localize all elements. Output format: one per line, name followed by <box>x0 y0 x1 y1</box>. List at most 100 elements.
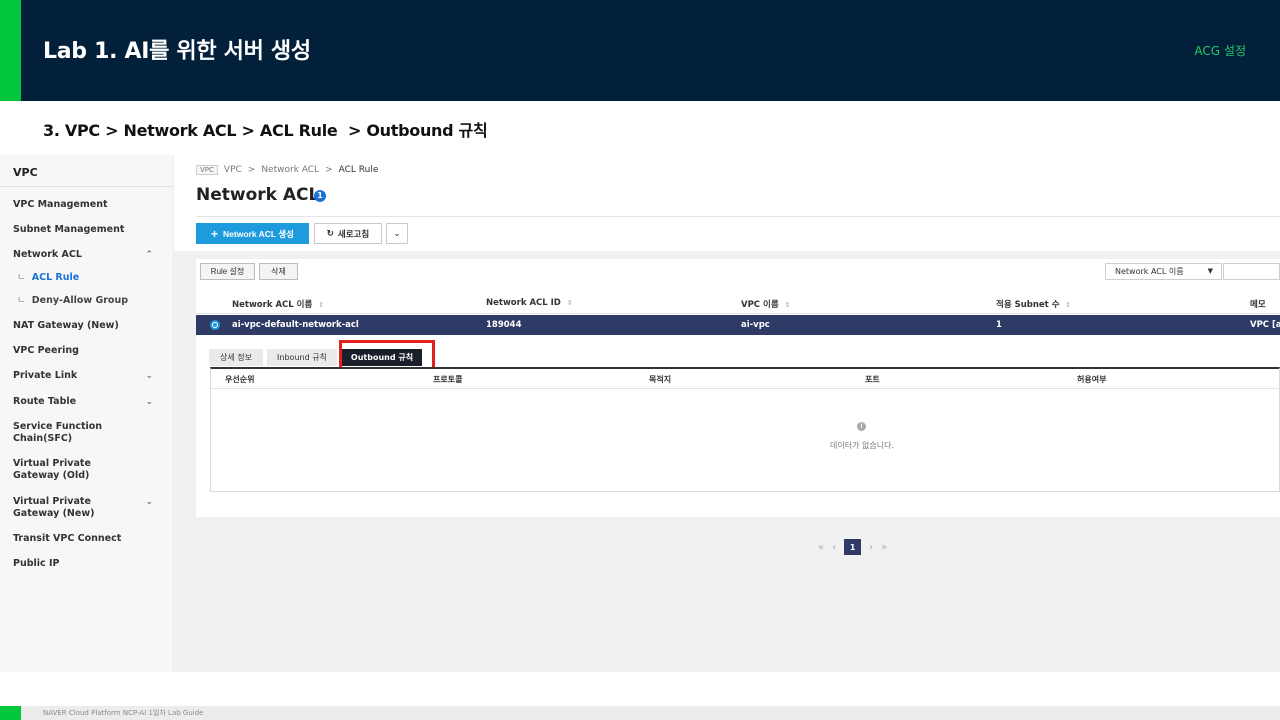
sidebar-item-label: Subnet Management <box>13 224 125 235</box>
column-header-label: 적용 Subnet 수 <box>996 300 1060 310</box>
step-title: 3. VPC > Network ACL > ACL Rule > Outbou… <box>43 121 488 140</box>
title-divider <box>196 216 1280 217</box>
sidebar: VPC VPC Management Subnet Management Net… <box>0 155 174 672</box>
column-header-destination: 목적지 <box>649 375 672 384</box>
header-accent-bar <box>0 0 21 101</box>
next-page-icon[interactable]: › <box>869 542 873 553</box>
sidebar-item-public-ip[interactable]: Public IP <box>13 558 163 570</box>
first-page-icon[interactable]: « <box>818 542 824 553</box>
acl-list-panel: Rule 설정 삭제 Network ACL 이름 ▼ Network ACL … <box>196 259 1280 517</box>
sidebar-item-vpc-peering[interactable]: VPC Peering <box>13 345 163 357</box>
sidebar-item-label: ACL Rule <box>31 272 80 283</box>
sidebar-item-label: Virtual Private Gateway (New) <box>13 496 95 519</box>
sidebar-item-label: Network ACL <box>13 249 82 260</box>
column-header-vpc-name[interactable]: VPC 이름 ⇕ <box>741 298 791 310</box>
sidebar-item-label: Route Table <box>13 396 77 407</box>
breadcrumb-item[interactable]: VPC <box>224 165 242 175</box>
footer-accent-bar <box>0 706 21 720</box>
cell-subnet-count: 1 <box>996 320 1002 330</box>
sidebar-item-vpc-management[interactable]: VPC Management <box>13 199 163 211</box>
chevron-down-icon: ⌄ <box>145 497 153 507</box>
dropdown-arrow-icon: ▼ <box>1207 267 1213 275</box>
footer-text: NAVER Cloud Platform NCP-AI 1일차 Lab Guid… <box>43 709 204 717</box>
slide-tag: ACG 설정 <box>1194 44 1246 58</box>
sidebar-item-deny-allow-group[interactable]: ㄴ Deny-Allow Group <box>17 295 167 307</box>
column-header-subnet-count[interactable]: 적용 Subnet 수 ⇕ <box>996 298 1071 310</box>
breadcrumb-separator: > <box>247 165 256 175</box>
slide-footer: NAVER Cloud Platform NCP-AI 1일차 Lab Guid… <box>0 706 1280 720</box>
table-header: Network ACL 이름 ⇕ Network ACL ID ⇕ VPC 이름 ⇕ … <box>196 293 1280 314</box>
sidebar-item-acl-rule[interactable]: ㄴ ACL Rule <box>17 272 167 284</box>
last-page-icon[interactable]: » <box>881 542 887 553</box>
column-header-port: 포트 <box>865 375 880 384</box>
column-header-acl-name[interactable]: Network ACL 이름 ⇕ <box>232 298 324 310</box>
main-content: VPC VPC > Network ACL > ACL Rule Network… <box>174 155 1280 672</box>
column-header-label: Network ACL ID <box>486 298 561 308</box>
delete-button[interactable]: 삭제 <box>259 263 298 280</box>
page-title: Network ACL <box>196 185 320 205</box>
breadcrumb-current: ACL Rule <box>338 165 379 175</box>
sidebar-item-label: VPC Peering <box>13 345 79 356</box>
sidebar-item-label: Public IP <box>13 558 60 569</box>
tree-branch-icon: ㄴ <box>17 295 26 306</box>
column-header-priority: 우선순위 <box>225 375 255 384</box>
column-header-memo: 메모 <box>1250 300 1266 310</box>
search-filter-select[interactable]: Network ACL 이름 ▼ <box>1105 263 1222 280</box>
sidebar-item-nat-gateway[interactable]: NAT Gateway (New) <box>13 320 163 332</box>
sidebar-item-network-acl[interactable]: Network ACL ⌃ <box>13 249 163 261</box>
sidebar-item-label: Virtual Private Gateway (Old) <box>13 458 91 481</box>
sidebar-title: VPC <box>13 166 38 179</box>
sidebar-item-label: Deny-Allow Group <box>31 295 129 306</box>
column-header-label: VPC 이름 <box>741 300 779 310</box>
empty-state-text: 데이터가 없습니다. <box>830 441 894 450</box>
tab-inbound-rules[interactable]: Inbound 규칙 <box>267 349 337 366</box>
info-badge-icon[interactable]: 1 <box>314 190 326 202</box>
sidebar-item-private-link[interactable]: Private Link ⌄ <box>13 370 163 382</box>
breadcrumb-chip: VPC <box>196 165 218 175</box>
prev-page-icon[interactable]: ‹ <box>832 542 836 553</box>
row-radio-button[interactable] <box>210 320 220 330</box>
sidebar-item-vpg-old[interactable]: Virtual Private Gateway (Old) <box>13 458 133 482</box>
info-icon: ! <box>857 422 866 431</box>
sort-icon: ⇕ <box>566 299 573 307</box>
outbound-rules-table: 우선순위 프로토콜 목적지 포트 허용여부 ! 데이터가 없습니다. <box>210 367 1280 492</box>
create-button-label: Network ACL 생성 <box>223 228 294 239</box>
sidebar-item-label: Private Link <box>13 370 78 381</box>
sidebar-item-label: NAT Gateway (New) <box>13 320 119 331</box>
sort-icon: ⇕ <box>318 301 325 309</box>
refresh-button-label: 새로고침 <box>337 228 370 239</box>
tab-details[interactable]: 상세 정보 <box>209 349 263 366</box>
table-header: 우선순위 프로토콜 목적지 포트 허용여부 <box>211 369 1280 389</box>
chevron-down-icon: ⌄ <box>145 371 153 381</box>
cell-acl-id: 189044 <box>486 320 522 330</box>
column-header-acl-id[interactable]: Network ACL ID ⇕ <box>486 298 573 308</box>
sidebar-item-service-function-chain[interactable]: Service Function Chain(SFC) <box>13 421 133 445</box>
more-options-button[interactable]: ⌄ <box>386 223 408 244</box>
slide-title: Lab 1. AI를 위한 서버 생성 <box>43 39 311 64</box>
cell-vpc-name: ai-vpc <box>741 320 770 330</box>
chevron-up-icon: ⌃ <box>145 250 153 260</box>
main-top-area: VPC VPC > Network ACL > ACL Rule Network… <box>174 155 1280 251</box>
search-filter-value: Network ACL 이름 <box>1115 267 1184 276</box>
rule-settings-button[interactable]: Rule 설정 <box>200 263 255 280</box>
page-number-current[interactable]: 1 <box>844 539 862 555</box>
refresh-button[interactable]: ↻ 새로고침 <box>314 223 382 244</box>
create-network-acl-button[interactable]: + Network ACL 생성 <box>196 223 309 244</box>
sidebar-item-route-table[interactable]: Route Table ⌄ <box>13 396 163 408</box>
sidebar-item-vpg-new[interactable]: Virtual Private Gateway (New) ⌄ <box>13 496 163 520</box>
breadcrumb: VPC VPC > Network ACL > ACL Rule <box>196 165 378 175</box>
sidebar-item-subnet-management[interactable]: Subnet Management <box>13 224 163 236</box>
sidebar-item-transit-vpc-connect[interactable]: Transit VPC Connect <box>13 533 163 545</box>
table-row[interactable]: ai-vpc-default-network-acl 189044 ai-vpc… <box>196 315 1280 335</box>
chevron-down-icon: ⌄ <box>145 397 153 407</box>
column-header-protocol: 프로토콜 <box>433 375 463 384</box>
pagination: « ‹ 1 › » <box>818 539 887 555</box>
breadcrumb-item[interactable]: Network ACL <box>261 165 319 175</box>
plus-icon: + <box>211 226 219 241</box>
slide-header: Lab 1. AI를 위한 서버 생성 ACG 설정 <box>0 0 1280 101</box>
column-header-label: Network ACL 이름 <box>232 300 313 310</box>
tree-branch-icon: ㄴ <box>17 272 26 283</box>
search-input[interactable] <box>1223 263 1280 280</box>
sort-icon: ⇕ <box>1065 301 1072 309</box>
sidebar-divider <box>0 186 174 187</box>
